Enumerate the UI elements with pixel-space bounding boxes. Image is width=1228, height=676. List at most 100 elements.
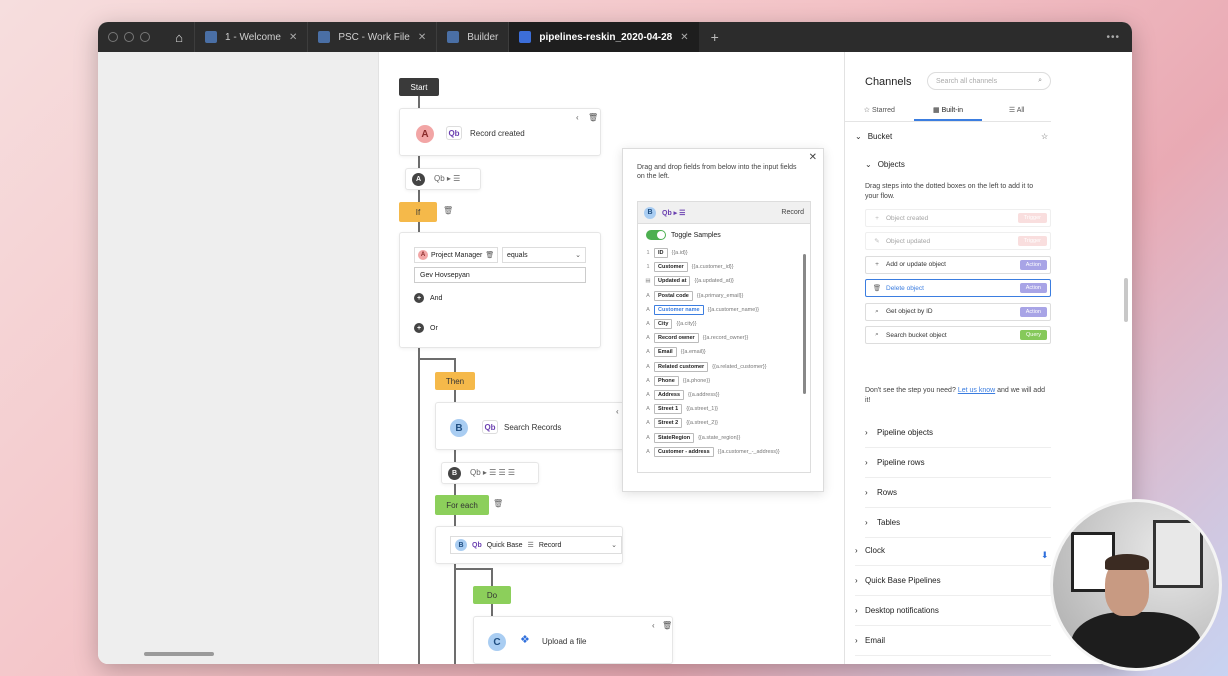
field-row[interactable]: A Phone {{a.phone}}	[642, 374, 810, 388]
channel-odbc[interactable]: ›ODBC	[855, 656, 1051, 664]
channel-step-search-bucket-object[interactable]: ⌕ Search bucket object Query	[865, 326, 1051, 344]
collapse-icon[interactable]: ‹	[652, 621, 655, 630]
field-list-scrollbar[interactable]	[803, 254, 806, 394]
maximize-window-button[interactable]	[140, 32, 150, 42]
channel-step-delete-object[interactable]: 🗑 Delete object Action	[865, 279, 1051, 298]
field-name[interactable]: Related customer	[654, 361, 709, 372]
channel-step-object-created[interactable]: + Object created Trigger	[865, 209, 1051, 227]
tab-pipelines-reskin[interactable]: pipelines-reskin_2020-04-28 ✕	[508, 22, 699, 52]
delete-icon[interactable]: 🗑	[662, 621, 672, 630]
tab-psc-work-file[interactable]: PSC - Work File ✕	[307, 22, 436, 52]
close-tab-icon[interactable]: ✕	[418, 32, 426, 43]
collapse-icon[interactable]: ‹	[616, 407, 619, 416]
field-row[interactable]: A Customer name {{a.customer_name}}	[642, 303, 810, 317]
new-tab-icon[interactable]: +	[711, 29, 719, 45]
field-row[interactable]: 1 Customer {{a.customer_id}}	[642, 260, 810, 274]
field-name[interactable]: Postal code	[654, 290, 693, 301]
channel-search-input[interactable]: Search all channels ⌕	[927, 72, 1051, 90]
field-name[interactable]: City	[654, 319, 673, 330]
step-a-summary[interactable]: A Qb ▸ ☰	[405, 168, 481, 190]
objects-header[interactable]: ⌄ Objects	[865, 160, 905, 169]
delete-icon[interactable]: 🗑	[443, 206, 453, 215]
field-name[interactable]: ID	[654, 248, 668, 259]
operator-select[interactable]: equals ⌄	[502, 247, 586, 263]
foreach-source-select[interactable]: B Qb Quick Base ☰ Record ⌄	[450, 536, 622, 554]
add-and-button[interactable]: + And	[414, 293, 442, 303]
channel-step-get-object-by-id[interactable]: ⌕ Get object by ID Action	[865, 302, 1051, 321]
field-row[interactable]: ▤ Updated at {{a.updated_at}}	[642, 274, 810, 288]
delete-icon[interactable]: 🗑	[485, 251, 494, 259]
toggle-switch[interactable]	[646, 230, 666, 240]
tab-starred[interactable]: ☆ Starred	[845, 106, 914, 121]
panel-scrollbar[interactable]	[1124, 278, 1128, 322]
field-row[interactable]: A Postal code {{a.primary_email}}	[642, 289, 810, 303]
field-row[interactable]: A Email {{a.email}}	[642, 345, 810, 359]
tab-builder[interactable]: Builder	[436, 22, 508, 52]
field-row[interactable]: A Related customer {{a.related_customer}}	[642, 360, 810, 374]
condition-field[interactable]: A Project Manager 🗑	[414, 247, 498, 263]
pin-icon[interactable]: ⬇	[1041, 550, 1049, 561]
field-name[interactable]: Address	[654, 389, 685, 400]
bucket-child-tables[interactable]: › Tables	[865, 508, 1051, 538]
field-row[interactable]: A StateRegion {{a.state_region}}	[642, 430, 810, 444]
field-name[interactable]: Customer - address	[654, 446, 714, 457]
bucket-child-rows[interactable]: › Rows	[865, 478, 1051, 508]
channel-email[interactable]: › Email	[855, 626, 1051, 656]
field-name[interactable]: Street 1	[654, 404, 683, 415]
field-row[interactable]: A City {{a.city}}	[642, 317, 810, 331]
record-header[interactable]: B Qb ▸ ☰ Record	[638, 202, 810, 224]
more-options-icon[interactable]: •••	[1106, 32, 1120, 43]
field-row[interactable]: A Street 2 {{a.street_2}}	[642, 416, 810, 430]
channel-list: › Clock › Quick Base Pipelines › Desktop noti…	[855, 536, 1051, 664]
channel-clock[interactable]: › Clock	[855, 536, 1051, 566]
home-icon[interactable]: ⌂	[164, 30, 194, 45]
field-row[interactable]: 1 ID {{a.id}}	[642, 246, 810, 260]
close-icon[interactable]: ✕	[809, 152, 817, 163]
field-name[interactable]: Record owner	[654, 333, 699, 344]
field-name[interactable]: Phone	[654, 375, 679, 386]
horizontal-scrollbar[interactable]	[144, 652, 214, 656]
tab-builtin[interactable]: ▦ Built-in	[913, 106, 983, 121]
bucket-label: Bucket	[867, 132, 893, 141]
field-name[interactable]: Email	[654, 347, 677, 358]
minimize-window-button[interactable]	[124, 32, 134, 42]
bucket-child-pipeline-rows[interactable]: › Pipeline rows	[865, 448, 1051, 478]
collapse-icon[interactable]: ‹	[576, 113, 579, 122]
star-icon[interactable]: ☆	[1041, 132, 1048, 141]
tab-all[interactable]: ☰ All	[982, 106, 1051, 121]
field-name[interactable]: Customer	[654, 262, 688, 273]
channel-desktop-notifications[interactable]: › Desktop notifications	[855, 596, 1051, 626]
quickbase-icon: Qb ▸ ☰ ☰ ☰	[470, 468, 516, 477]
channel-step-object-updated[interactable]: ✎ Object updated Trigger	[865, 232, 1051, 251]
field-name[interactable]: Street 2	[654, 418, 683, 429]
field-type-icon: A	[646, 335, 650, 342]
field-row[interactable]: A Street 1 {{a.street_1}}	[642, 402, 810, 416]
toggle-samples[interactable]: Toggle Samples	[638, 224, 810, 246]
field-row[interactable]: A Address {{a.address}}	[642, 388, 810, 402]
field-name[interactable]: Updated at	[654, 276, 691, 287]
connector-line	[418, 358, 455, 360]
condition-value-input[interactable]: Gev Hovsepyan	[414, 267, 586, 283]
step-a-card[interactable]: A Qb Record created ‹ 🗑	[399, 108, 601, 156]
delete-icon[interactable]: 🗑	[493, 499, 503, 508]
field-row[interactable]: A Record owner {{a.record_owner}}	[642, 331, 810, 345]
step-c-card[interactable]: C ❖ Upload a file ‹ 🗑	[473, 616, 673, 664]
add-or-button[interactable]: + Or	[414, 323, 438, 333]
step-b-summary[interactable]: B Qb ▸ ☰ ☰ ☰	[441, 462, 539, 484]
field-token: {{a.customer_id}}	[691, 264, 734, 271]
delete-icon[interactable]: 🗑	[588, 113, 598, 122]
step-b-card[interactable]: B Qb Search Records ‹	[435, 402, 625, 450]
field-row[interactable]: A Customer - address {{a.customer_-_addres…	[642, 445, 810, 459]
channel-quick-base-pipelines[interactable]: › Quick Base Pipelines	[855, 566, 1051, 596]
tab-welcome[interactable]: 1 - Welcome ✕	[194, 22, 307, 52]
bucket-header[interactable]: ⌄ Bucket	[855, 132, 892, 141]
close-tab-icon[interactable]: ✕	[680, 32, 688, 43]
bucket-child-pipeline-objects[interactable]: › Pipeline objects	[865, 418, 1051, 448]
close-tab-icon[interactable]: ✕	[289, 32, 297, 43]
step-title: Record created	[470, 129, 525, 138]
channel-step-add-or-update-object[interactable]: + Add or update object Action	[865, 255, 1051, 274]
help-link[interactable]: Let us know	[958, 387, 995, 394]
field-name[interactable]: StateRegion	[654, 432, 695, 443]
field-name[interactable]: Customer name	[654, 304, 704, 315]
close-window-button[interactable]	[108, 32, 118, 42]
